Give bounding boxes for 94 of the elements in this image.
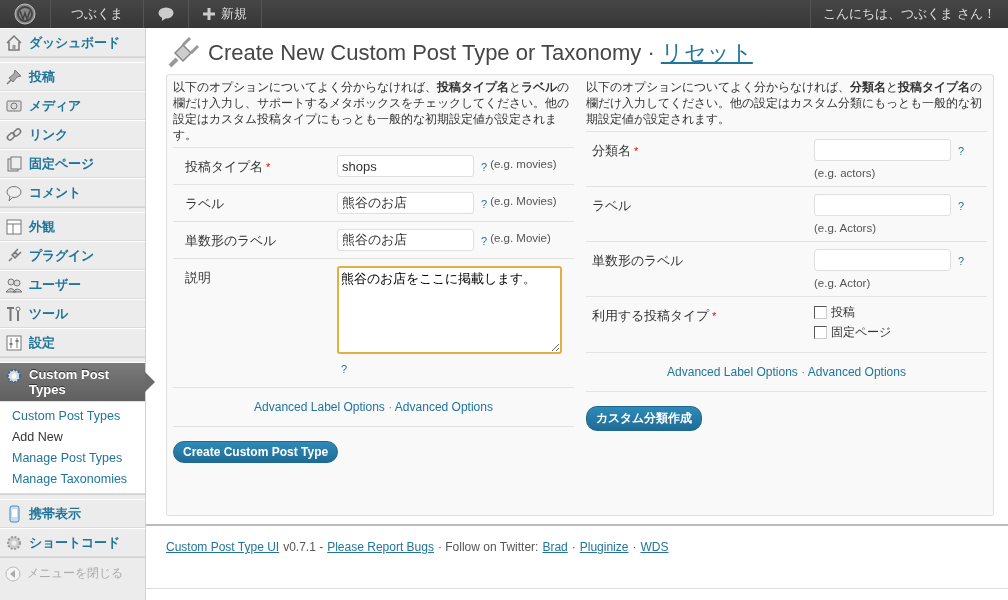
example-hint: (e.g. actors) [814,167,877,179]
menu-item[interactable]: プラグイン [0,241,145,270]
separator-dot: · [387,400,394,414]
submenu-item[interactable]: Custom Post Types [0,405,145,426]
separator-dot: · [800,365,807,379]
plus-icon [203,8,215,20]
plug-icon [166,36,200,70]
instructions-text: 以下のオプションについてよく分からなければ、分類名と投稿タイプ名の欄だけ入力してください。他の設定はカスタム分類にもっとも一般的な初期設定値が設定されます。 [586,79,983,127]
layout-icon [5,217,23,236]
menu-item[interactable]: コメント [0,178,145,207]
help-link[interactable]: ? [954,194,987,212]
field-label: 投稿タイプ名 [185,159,263,174]
version-text: v0.7.1 - [283,540,324,554]
speech-bubble-icon[interactable] [158,7,174,21]
create-button[interactable]: カスタム分類作成 [586,406,702,431]
menu-item[interactable]: 外観 [0,212,145,241]
text-field[interactable] [814,194,951,216]
twitter-link[interactable]: Pluginize [579,540,629,554]
checkbox[interactable] [814,326,827,339]
field-label: 単数形のラベル [185,233,276,248]
options-link[interactable]: Advanced Label Options [667,365,798,379]
field-label: 単数形のラベル [592,253,683,268]
twitter-link[interactable]: Brad [542,540,568,554]
submenu-item[interactable]: Add New [0,426,145,447]
house-icon [5,33,23,52]
submenu-item[interactable]: Manage Taxonomies [0,468,145,489]
create-button[interactable]: Create Custom Post Type [173,441,339,463]
greeting[interactable]: こんにちは、つぶくま さん！ [823,5,996,23]
options-link[interactable]: Advanced Label Options [254,400,385,414]
sliders-icon [5,333,23,352]
reset-link[interactable]: リセット [660,40,753,65]
site-name[interactable]: つぶくま [65,5,129,23]
checkbox-label: 投稿 [831,304,855,321]
options-link[interactable]: Advanced Options [807,365,906,379]
new-menu[interactable]: 新規 [221,5,247,23]
field-label: ラベル [185,196,224,211]
field-label: 利用する投稿タイプ [592,308,709,323]
options-link[interactable]: Advanced Options [394,400,493,414]
menu-item[interactable]: ダッシュボード [0,28,145,57]
example-hint: (e.g. Actor) [814,277,872,289]
menu-item[interactable]: 携帯表示 [0,499,145,528]
instructions-text: 以下のオプションについてよく分からなければ、投稿タイプ名とラベルの欄だけ入力し、サポートするメタボックスをチェックしてください。他の設定はカスタム投稿タイプにもっとも一般的な初期設定値が設定されます。 [173,79,570,143]
menu-item[interactable]: ツール [0,299,145,328]
help-link[interactable]: ? [477,192,488,210]
text-field[interactable] [814,139,951,161]
menu-item[interactable]: ショートコード [0,528,145,557]
pointer-arrow [145,372,155,392]
menu-item[interactable]: 設定 [0,328,145,357]
gear-icon [5,533,23,552]
page-title: Create New Custom Post Type or Taxonomy [208,40,642,65]
speech-bubble-icon [5,183,23,202]
separator-dot: · [632,540,637,554]
logo-icon[interactable] [14,3,36,25]
menu-item[interactable]: 投稿 [0,62,145,91]
field-label: ラベル [592,198,631,213]
checkbox-label: 固定ページ [831,324,891,341]
example-hint: (e.g. movies) [489,157,557,170]
text-field[interactable]: 熊谷のお店 [337,192,474,214]
people-icon [5,275,23,294]
text-field[interactable]: shops [337,155,474,177]
separator-dot: · [571,540,576,554]
example-hint: (e.g. Movie) [489,231,551,244]
pin-icon [5,67,23,86]
twitter-link[interactable]: WDS [640,540,669,554]
field-label: 説明 [185,270,211,285]
menu-item[interactable]: ユーザー [0,270,145,299]
example-hint: (e.g. Movies) [489,194,557,207]
help-link[interactable]: ? [337,357,348,375]
help-link[interactable]: ? [954,249,987,267]
description-field[interactable]: 熊谷のお店をここに掲載します。 [337,266,562,354]
required-mark: * [266,161,271,173]
separator-dot: · [647,40,655,65]
example-hint: (e.g. Actors) [814,222,877,234]
text-field[interactable]: 熊谷のお店 [337,229,474,251]
help-link[interactable]: ? [954,139,987,157]
follow-text: · Follow on Twitter: [437,540,539,554]
checkbox[interactable] [814,306,827,319]
menu-item[interactable]: 固定ページ [0,149,145,178]
field-label: 分類名 [592,143,631,158]
chain-icon [5,125,23,144]
tools-icon [5,304,23,323]
plugin-link[interactable]: Custom Post Type UI [166,540,280,554]
menu-item[interactable]: リンク [0,120,145,149]
help-link[interactable]: ? [477,229,488,247]
text-field[interactable] [814,249,951,271]
required-mark: * [634,145,639,157]
pages-icon [5,154,23,173]
report-bugs-link[interactable]: Please Report Bugs [327,540,434,554]
required-mark: * [712,310,717,322]
help-link[interactable]: ? [477,155,488,173]
menu-item[interactable]: メディア [0,91,145,120]
submenu-item[interactable]: Manage Post Types [0,447,145,468]
gear-icon [5,367,23,385]
menu-item[interactable]: Custom Post Types [0,362,145,402]
